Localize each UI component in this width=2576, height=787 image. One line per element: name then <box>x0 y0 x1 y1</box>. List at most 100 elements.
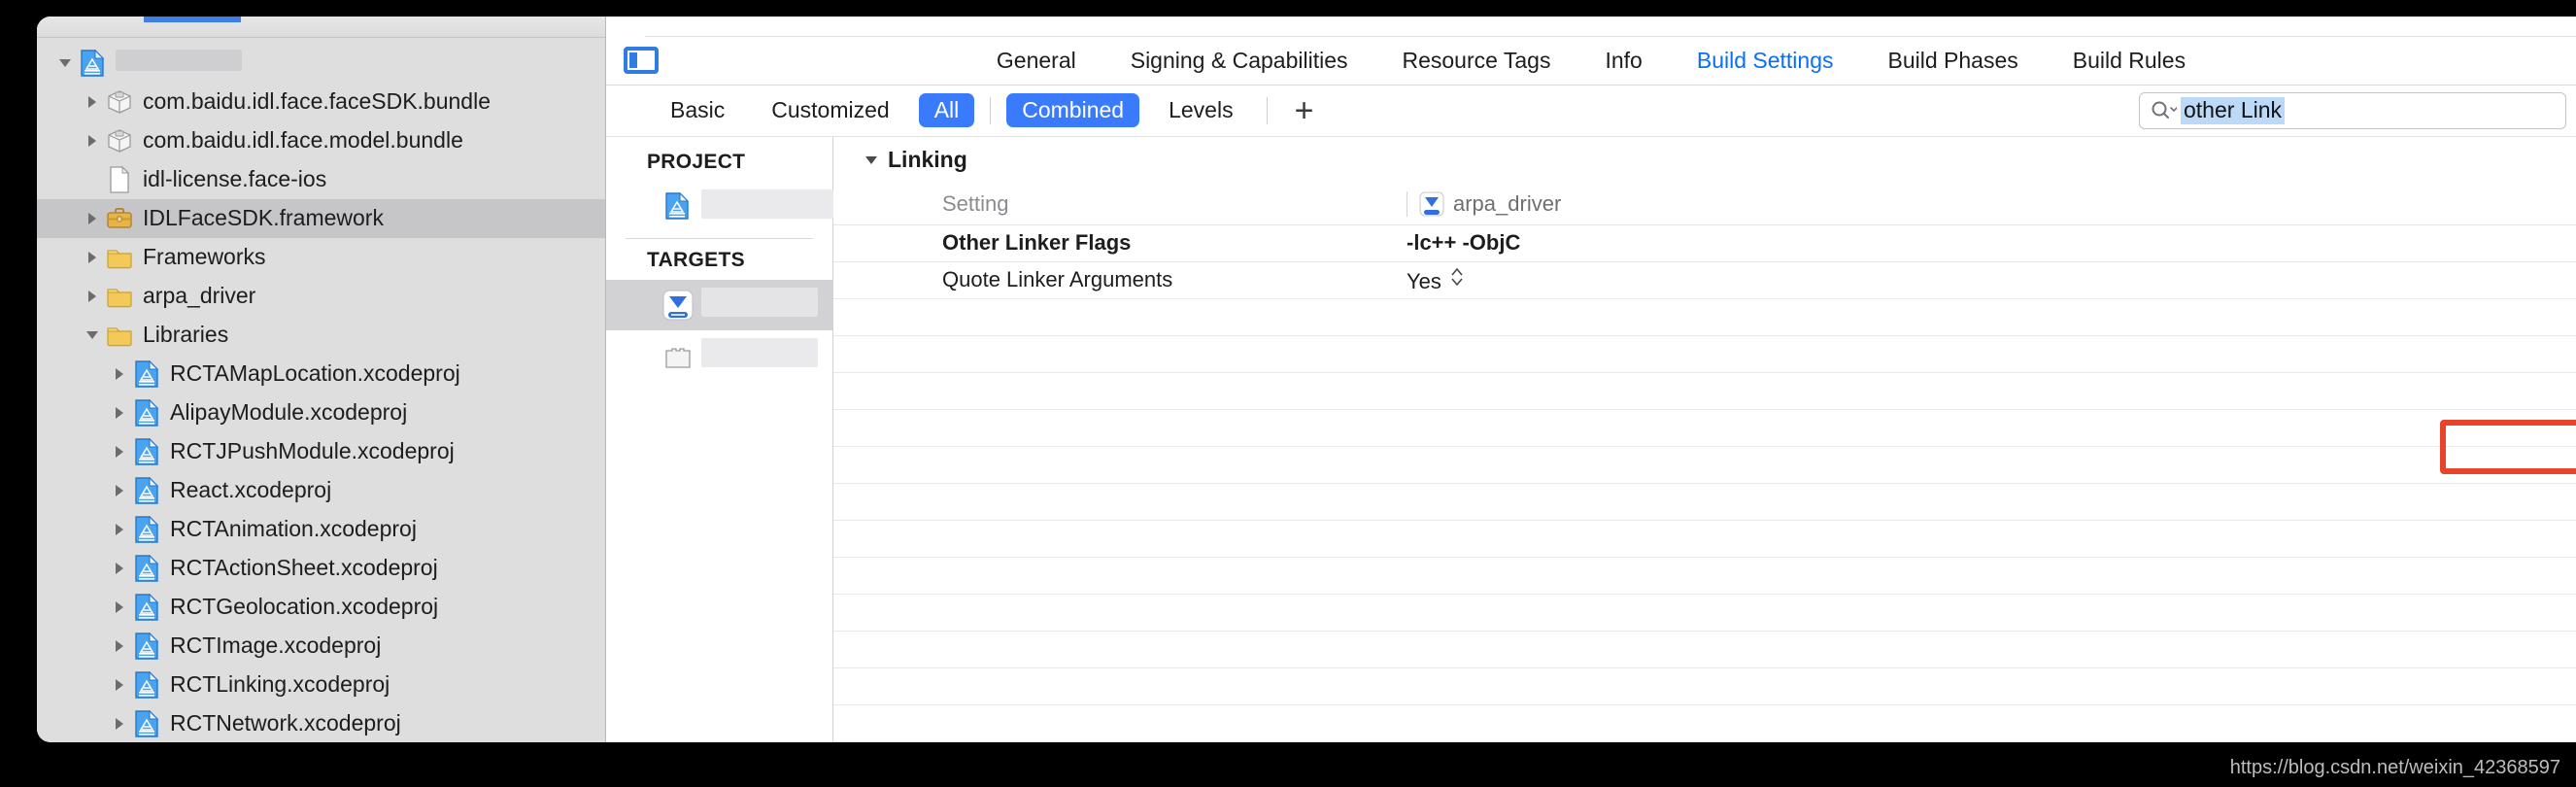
project-list-item[interactable] <box>606 182 833 232</box>
disclosure-right-icon[interactable] <box>107 627 132 666</box>
tab-list[interactable]: General Signing & Capabilities Resource Ta… <box>969 49 2213 72</box>
editor-area: General Signing & Capabilities Resource Ta… <box>606 17 2576 742</box>
show-navigator-icon[interactable] <box>624 47 659 75</box>
setting-value[interactable]: Yes <box>1407 265 2576 294</box>
stepper-icon[interactable] <box>1449 268 1465 293</box>
disclosure-down-icon[interactable] <box>80 316 105 355</box>
linking-section-header[interactable]: Linking <box>833 137 2576 184</box>
navigator-item[interactable]: RCTActionSheet.xcodeproj <box>37 549 605 588</box>
setting-value-text: -lc++ -ObjC <box>1407 230 1521 256</box>
filter-basic[interactable]: Basic <box>647 99 748 121</box>
redacted-name <box>701 189 833 220</box>
navigator-file-list[interactable]: com.baidu.idl.face.faceSDK.bundle com.bai… <box>37 38 605 742</box>
xcode-project-icon <box>132 593 161 622</box>
project-editor-tabbar[interactable]: General Signing & Capabilities Resource Ta… <box>606 36 2576 86</box>
app-target-icon <box>1419 191 1444 217</box>
navigator-item[interactable]: IDLFaceSDK.framework <box>37 199 605 238</box>
disclosure-right-icon[interactable] <box>107 394 132 432</box>
tab-resource-tags[interactable]: Resource Tags <box>1374 49 1577 72</box>
target-list-item[interactable] <box>606 279 832 330</box>
navigator-item[interactable]: RCTAnimation.xcodeproj <box>37 510 605 549</box>
tab-build-settings[interactable]: Build Settings <box>1670 49 1861 72</box>
disclosure-right-icon[interactable] <box>107 355 132 394</box>
search-input-value[interactable]: other Link <box>2181 97 2286 124</box>
disclosure-right-icon[interactable] <box>107 549 132 588</box>
tab-info[interactable]: Info <box>1577 49 1669 72</box>
navigator-item[interactable]: Frameworks <box>37 238 605 277</box>
disclosure-right-icon[interactable] <box>80 238 105 277</box>
navigator-item-label: RCTJPushModule.xcodeproj <box>170 437 455 463</box>
settings-empty-row <box>833 297 2576 335</box>
filter-levels[interactable]: Levels <box>1145 99 1256 121</box>
project-navigator[interactable]: com.baidu.idl.face.faceSDK.bundle com.bai… <box>37 17 606 742</box>
navigator-toolbar <box>37 17 605 38</box>
xcode-project-icon <box>132 359 161 389</box>
tab-build-rules[interactable]: Build Rules <box>2046 49 2213 72</box>
bundle-target-icon <box>662 340 694 371</box>
setting-row[interactable]: Quote Linker Arguments Yes <box>833 260 2576 298</box>
navigator-item[interactable]: Libraries <box>37 316 605 355</box>
redacted-project-name <box>116 50 242 71</box>
disclosure-right-icon[interactable] <box>80 83 105 121</box>
xcode-project-icon <box>132 554 161 583</box>
navigator-item[interactable]: com.baidu.idl.face.model.bundle <box>37 121 605 160</box>
filter-customized[interactable]: Customized <box>748 99 912 121</box>
settings-empty-row <box>833 445 2576 483</box>
watermark-text: https://blog.csdn.net/weixin_42368597 <box>2229 757 2560 778</box>
filter-divider <box>990 96 992 124</box>
linking-section-label: Linking <box>888 147 967 173</box>
tab-general[interactable]: General <box>969 49 1103 72</box>
disclosure-right-icon[interactable] <box>107 471 132 510</box>
disclosure-right-icon[interactable] <box>107 666 132 704</box>
setting-value[interactable]: -lc++ -ObjC <box>1407 230 2576 256</box>
setting-row[interactable]: Other Linker Flags -lc++ -ObjC <box>833 223 2576 261</box>
search-input[interactable]: other Link <box>2139 91 2566 129</box>
build-settings-search[interactable]: other Link <box>2139 91 2566 129</box>
navigator-item[interactable]: RCTImage.xcodeproj <box>37 627 605 666</box>
disclosure-right-icon[interactable] <box>80 121 105 160</box>
project-list-item-label <box>701 189 833 223</box>
project-targets-pane[interactable]: PROJECT TARGETS <box>606 136 833 742</box>
settings-empty-row <box>833 556 2576 594</box>
navigator-item[interactable]: RCTAMapLocation.xcodeproj <box>37 355 605 394</box>
navigator-item[interactable]: RCTNetwork.xcodeproj <box>37 704 605 742</box>
disclosure-right-icon[interactable] <box>107 704 132 742</box>
disclosure-right-icon[interactable] <box>107 588 132 627</box>
navigator-item[interactable]: RCTJPushModule.xcodeproj <box>37 432 605 471</box>
target-list-item[interactable] <box>606 330 832 381</box>
disclosure-down-icon[interactable] <box>52 44 78 83</box>
navigator-item[interactable]: RCTGeolocation.xcodeproj <box>37 588 605 627</box>
xcode-project-icon <box>132 515 161 544</box>
filter-all[interactable]: All <box>918 93 975 128</box>
filter-combined[interactable]: Combined <box>1006 93 1140 128</box>
folder-icon <box>105 321 134 350</box>
disclosure-right-icon[interactable] <box>80 277 105 316</box>
tab-signing-capabilities[interactable]: Signing & Capabilities <box>1103 49 1375 72</box>
settings-empty-row <box>833 371 2576 409</box>
navigator-item[interactable]: AlipayModule.xcodeproj <box>37 394 605 432</box>
xcode-project-icon <box>132 709 161 738</box>
targets-list[interactable] <box>606 279 832 381</box>
navigator-item[interactable] <box>37 44 605 83</box>
build-settings-table[interactable]: Linking Setting arpa_driver Other Linker… <box>833 136 2576 742</box>
tab-build-phases[interactable]: Build Phases <box>1861 49 2046 72</box>
project-list[interactable] <box>606 182 833 232</box>
settings-rows[interactable]: Other Linker Flags -lc++ -ObjC Quote Linke… <box>833 223 2576 298</box>
editor-mini-tab[interactable] <box>606 17 645 38</box>
disclosure-right-icon[interactable] <box>80 199 105 238</box>
build-settings-filter-bar[interactable]: Basic Customized All Combined Levels + other… <box>606 85 2576 137</box>
navigator-item[interactable]: arpa_driver <box>37 277 605 316</box>
navigator-item-label: RCTImage.xcodeproj <box>170 632 382 658</box>
navigator-item[interactable]: React.xcodeproj <box>37 471 605 510</box>
add-setting-button[interactable]: + <box>1277 94 1332 127</box>
navigator-item[interactable]: idl-license.face-ios <box>37 160 605 199</box>
setting-value-text: Yes <box>1407 269 1441 294</box>
navigator-item[interactable]: RCTLinking.xcodeproj <box>37 666 605 704</box>
disclosure-right-icon[interactable] <box>107 510 132 549</box>
caret-down-icon[interactable] <box>863 152 880 169</box>
disclosure-right-icon[interactable] <box>107 432 132 471</box>
navigator-item[interactable]: com.baidu.idl.face.faceSDK.bundle <box>37 83 605 121</box>
navigator-selected-tab-indicator[interactable] <box>144 17 241 22</box>
xcode-project-icon <box>132 398 161 428</box>
filter-options[interactable]: Basic Customized All Combined Levels <box>647 93 1257 128</box>
